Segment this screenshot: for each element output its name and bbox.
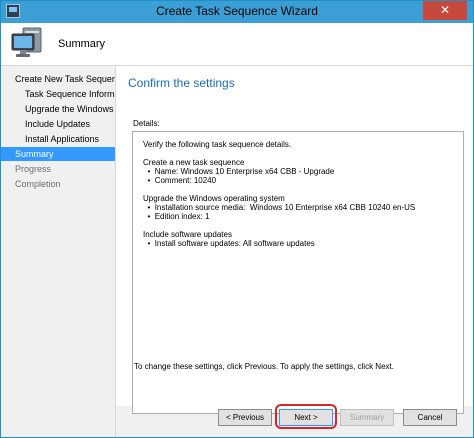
- instructions-text: To change these settings, click Previous…: [134, 362, 394, 371]
- sidebar-item-include-updates[interactable]: Include Updates: [1, 117, 115, 131]
- page-title: Summary: [58, 38, 106, 50]
- sidebar-item-create-new-task-sequence[interactable]: Create New Task Sequence: [1, 72, 115, 86]
- title-bar[interactable]: Create Task Sequence Wizard ✕: [1, 1, 473, 23]
- close-button[interactable]: ✕: [423, 1, 467, 20]
- sidebar-item-completion: Completion: [15, 179, 61, 189]
- section-heading: Confirm the settings: [128, 76, 235, 90]
- main-content: Confirm the settings Details: Verify the…: [116, 66, 473, 414]
- wizard-window: Create Task Sequence Wizard ✕ Summary Cr…: [0, 0, 474, 438]
- summary-button: Summary: [340, 409, 394, 426]
- details-textbox[interactable]: Verify the following task sequence detai…: [132, 131, 464, 414]
- details-label: Details:: [133, 119, 160, 128]
- sidebar-item-progress: Progress: [15, 164, 52, 174]
- previous-button[interactable]: < Previous: [218, 409, 272, 426]
- details-text: Verify the following task sequence detai…: [143, 140, 416, 248]
- sidebar-item-install-applications[interactable]: Install Applications: [1, 132, 115, 146]
- next-button-highlight-ring: [275, 404, 337, 429]
- sidebar-item-task-sequence-information[interactable]: Task Sequence Informati: [1, 87, 115, 101]
- sidebar-item-summary[interactable]: Summary: [1, 147, 115, 161]
- wizard-steps-sidebar: Create New Task Sequence Task Sequence I…: [1, 66, 116, 437]
- cancel-button[interactable]: Cancel: [403, 409, 457, 426]
- sidebar-item-upgrade-the-windows-os[interactable]: Upgrade the Windows Op: [1, 102, 115, 116]
- window-title: Create Task Sequence Wizard: [156, 4, 318, 18]
- wizard-header: Summary: [1, 23, 473, 66]
- computer-icon: [11, 27, 42, 57]
